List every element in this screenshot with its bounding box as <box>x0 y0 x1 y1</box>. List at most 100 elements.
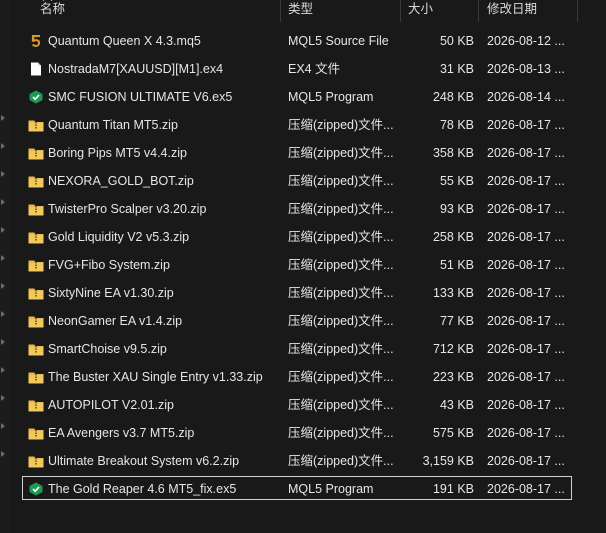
file-name: SixtyNine EA v1.30.zip <box>48 286 174 300</box>
zip-folder-icon <box>28 230 44 244</box>
file-type: 压缩(zipped)文件... <box>288 342 394 356</box>
file-size: 191 KB <box>432 482 474 496</box>
file-modified-date: 2026-08-17 ... <box>487 202 565 216</box>
file-row[interactable]: TwisterPro Scalper v3.20.zip 压缩(zipped)文件… <box>10 195 606 223</box>
file-row[interactable]: Ultimate Breakout System v6.2.zip 压缩(zipp… <box>10 447 606 475</box>
file-name: NEXORA_GOLD_BOT.zip <box>48 174 194 188</box>
file-row[interactable]: SMC FUSION ULTIMATE V6.ex5 MQL5 Program 24… <box>10 83 606 111</box>
file-size: 133 KB <box>432 286 474 300</box>
file-row[interactable]: Gold Liquidity V2 v5.3.zip 压缩(zipped)文件..… <box>10 223 606 251</box>
expand-arrow-icon[interactable] <box>1 115 5 121</box>
expand-arrow-icon[interactable] <box>1 143 5 149</box>
expand-arrow-icon[interactable] <box>1 283 5 289</box>
file-row[interactable]: Boring Pips MT5 v4.4.zip 压缩(zipped)文件... 3… <box>10 139 606 167</box>
file-name: SMC FUSION ULTIMATE V6.ex5 <box>48 90 233 104</box>
zip-folder-icon <box>28 286 44 300</box>
file-modified-date: 2026-08-17 ... <box>487 174 565 188</box>
file-size: 78 KB <box>439 118 474 132</box>
file-modified-date: 2026-08-17 ... <box>487 398 565 412</box>
file-name: Quantum Titan MT5.zip <box>48 118 178 132</box>
file-type: 压缩(zipped)文件... <box>288 314 394 328</box>
file-type: MQL5 Program <box>288 90 374 104</box>
file-size: 50 KB <box>439 34 474 48</box>
file-name: Boring Pips MT5 v4.4.zip <box>48 146 187 160</box>
file-name: Quantum Queen X 4.3.mq5 <box>48 34 201 48</box>
file-modified-date: 2026-08-17 ... <box>487 230 565 244</box>
file-row[interactable]: SixtyNine EA v1.30.zip 压缩(zipped)文件... 133… <box>10 279 606 307</box>
column-header-name[interactable]: 名称 <box>40 0 280 22</box>
expand-arrow-icon[interactable] <box>1 255 5 261</box>
file-modified-date: 2026-08-17 ... <box>487 286 565 300</box>
zip-folder-icon <box>28 426 44 440</box>
file-row[interactable]: Quantum Queen X 4.3.mq5 MQL5 Source File 5… <box>10 27 606 55</box>
expand-arrow-icon[interactable] <box>1 311 5 317</box>
file-type: MQL5 Source File <box>288 34 389 48</box>
file-size: 55 KB <box>439 174 474 188</box>
file-name: Gold Liquidity V2 v5.3.zip <box>48 230 190 244</box>
zip-folder-icon <box>28 454 44 468</box>
file-row[interactable]: SmartChoise v9.5.zip 压缩(zipped)文件... 712 K… <box>10 335 606 363</box>
expand-arrow-icon[interactable] <box>1 423 5 429</box>
zip-folder-icon <box>28 146 44 160</box>
file-row[interactable]: NostradaM7[XAUUSD][M1].ex4 EX4 文件 31 KB 202… <box>10 55 606 83</box>
file-modified-date: 2026-08-17 ... <box>487 258 565 272</box>
mql5-source-icon <box>28 34 44 48</box>
file-type: 压缩(zipped)文件... <box>288 202 394 216</box>
file-size: 223 KB <box>432 370 474 384</box>
expand-arrow-icon[interactable] <box>1 395 5 401</box>
column-divider[interactable] <box>280 0 281 22</box>
zip-folder-icon <box>28 314 44 328</box>
file-type: 压缩(zipped)文件... <box>288 258 394 272</box>
file-modified-date: 2026-08-13 ... <box>487 62 565 76</box>
file-row[interactable]: The Buster XAU Single Entry v1.33.zip 压缩(… <box>10 363 606 391</box>
file-size: 51 KB <box>439 258 474 272</box>
expand-arrow-icon[interactable] <box>1 199 5 205</box>
zip-folder-icon <box>28 174 44 188</box>
file-name: FVG+Fibo System.zip <box>48 258 170 272</box>
file-name: NostradaM7[XAUUSD][M1].ex4 <box>48 62 224 76</box>
column-divider[interactable] <box>478 0 479 22</box>
mql5-program-icon <box>28 482 44 496</box>
zip-folder-icon <box>28 398 44 412</box>
expand-arrow-icon[interactable] <box>1 339 5 345</box>
file-row[interactable]: Quantum Titan MT5.zip 压缩(zipped)文件... 78 K… <box>10 111 606 139</box>
file-modified-date: 2026-08-17 ... <box>487 118 565 132</box>
file-type: 压缩(zipped)文件... <box>288 174 394 188</box>
file-type: MQL5 Program <box>288 482 374 496</box>
file-modified-date: 2026-08-17 ... <box>487 314 565 328</box>
expand-arrow-icon[interactable] <box>1 227 5 233</box>
file-type: 压缩(zipped)文件... <box>288 230 394 244</box>
file-row[interactable]: FVG+Fibo System.zip 压缩(zipped)文件... 51 KB 2… <box>10 251 606 279</box>
expand-arrow-icon[interactable] <box>1 451 5 457</box>
column-header-type[interactable]: 类型 <box>288 0 398 22</box>
file-modified-date: 2026-08-17 ... <box>487 454 565 468</box>
file-type: 压缩(zipped)文件... <box>288 454 394 468</box>
file-modified-date: 2026-08-17 ... <box>487 482 565 496</box>
file-size: 43 KB <box>439 398 474 412</box>
file-type: 压缩(zipped)文件... <box>288 146 394 160</box>
expand-arrow-icon[interactable] <box>1 367 5 373</box>
zip-folder-icon <box>28 118 44 132</box>
file-row-selected[interactable]: The Gold Reaper 4.6 MT5_fix.ex5 MQL5 Prog… <box>10 475 606 503</box>
file-row[interactable]: AUTOPILOT V2.01.zip 压缩(zipped)文件... 43 KB 2… <box>10 391 606 419</box>
file-name: NeonGamer EA v1.4.zip <box>48 314 183 328</box>
file-size: 575 KB <box>432 426 474 440</box>
file-name: SmartChoise v9.5.zip <box>48 342 167 356</box>
file-modified-date: 2026-08-14 ... <box>487 90 565 104</box>
file-name: Ultimate Breakout System v6.2.zip <box>48 454 240 468</box>
column-header-date[interactable]: 修改日期 <box>487 0 577 22</box>
file-row[interactable]: NEXORA_GOLD_BOT.zip 压缩(zipped)文件... 55 KB 2… <box>10 167 606 195</box>
file-row[interactable]: NeonGamer EA v1.4.zip 压缩(zipped)文件... 77 K… <box>10 307 606 335</box>
file-row[interactable]: EA Avengers v3.7 MT5.zip 压缩(zipped)文件... 5… <box>10 419 606 447</box>
navigation-pane-edge <box>0 0 10 533</box>
blank-file-icon <box>28 62 44 76</box>
zip-folder-icon <box>28 370 44 384</box>
file-name: EA Avengers v3.7 MT5.zip <box>48 426 195 440</box>
file-size: 712 KB <box>432 342 474 356</box>
mql5-program-icon <box>28 90 44 104</box>
expand-arrow-icon[interactable] <box>1 171 5 177</box>
vertical-scrollbar[interactable] <box>578 0 606 533</box>
column-divider[interactable] <box>400 0 401 22</box>
column-header-size[interactable]: 大小 <box>408 0 478 22</box>
file-size: 258 KB <box>432 230 474 244</box>
